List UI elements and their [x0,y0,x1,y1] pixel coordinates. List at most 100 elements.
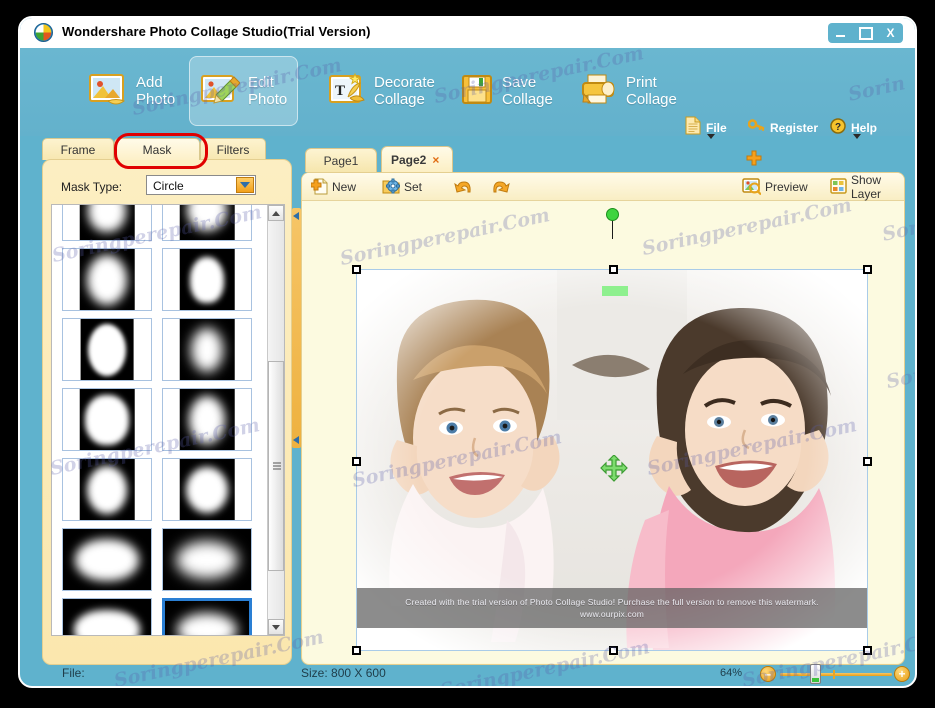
file-menu-button[interactable]: File [685,116,727,140]
mask-thumbnail[interactable] [62,598,152,635]
mask-thumbnail[interactable] [162,598,252,635]
move-cross-icon [600,454,628,483]
zoom-slider-control[interactable]: – + [760,664,910,684]
resize-handle-nw[interactable] [352,265,361,274]
mask-type-label: Mask Type: [61,180,123,194]
help-button[interactable]: ? Help [830,116,877,140]
trial-watermark-band: Created with the trial version of Photo … [357,588,867,628]
resize-handle-e[interactable] [863,457,872,466]
show-layer-button[interactable]: Show Layer [830,173,904,201]
mask-type-select[interactable]: Circle [146,175,256,195]
page-tab-page2[interactable]: Page2 × [381,146,453,172]
mask-thumbnail[interactable] [62,458,152,521]
close-page-icon[interactable]: × [432,153,439,167]
mask-thumbnail[interactable] [162,205,252,241]
mask-thumb-shape [189,395,225,444]
zoom-in-button[interactable]: + [894,666,910,682]
canvas-stage[interactable]: Created with the trial version of Photo … [303,201,903,663]
mask-thumbnail-list[interactable] [51,204,285,636]
tab-filters-label: Filters [216,142,250,157]
scrollbar-thumb[interactable] [268,361,284,571]
print-collage-icon [580,72,618,111]
register-label: Register [770,121,819,135]
left-panel-tabs: Frame Mask Filters [42,138,292,160]
scroll-up-arrow-icon[interactable] [268,205,284,221]
add-photo-label: Add Photo [136,73,176,108]
mask-thumbnail[interactable] [162,458,252,521]
decorate-collage-button[interactable]: T Decorate Collage [318,56,445,126]
resize-handle-ne[interactable] [863,265,872,274]
minimize-button[interactable] [831,24,851,42]
mask-thumbnail[interactable] [62,205,152,241]
mask-thumbnail[interactable] [62,318,152,381]
decorate-collage-icon: T [328,71,366,112]
window-title: Wondershare Photo Collage Studio(Trial V… [62,24,371,39]
mask-panel: Mask Type: Circle [42,159,292,665]
zoom-out-button[interactable]: – [760,666,776,682]
svg-text:T: T [335,83,345,99]
file-label: File [706,121,727,135]
edit-photo-button[interactable]: Edit Photo [189,56,299,126]
new-button[interactable]: New [310,177,356,198]
mask-thumbnail[interactable] [62,388,152,451]
zoom-tick-mark [833,670,835,679]
register-button[interactable]: Register [747,116,819,140]
main-ribbon: Add Photo Edit Photo T Decorate Collage … [20,48,915,139]
redo-arrow-icon [490,177,510,198]
resize-handle-w[interactable] [352,457,361,466]
mask-thumbnail[interactable] [162,318,252,381]
resize-handle-se[interactable] [863,646,872,655]
add-photo-icon [88,71,128,112]
save-collage-icon [460,72,494,111]
mask-thumb-shape [87,254,127,305]
panel-splitter[interactable] [292,208,301,448]
tab-mask-label: Mask [142,142,172,157]
canvas-area: New Set Preview Show Layer Created with … [301,172,905,665]
add-photo-button[interactable]: Add Photo [78,56,185,126]
undo-button[interactable] [454,177,474,197]
mask-position-indicator [602,286,628,296]
mask-thumbnail[interactable] [62,248,152,311]
resize-handle-n[interactable] [609,265,618,274]
undo-arrow-icon [454,177,474,198]
set-button[interactable]: Set [382,177,422,197]
mask-list-scrollbar[interactable] [267,205,284,635]
add-page-icon[interactable] [746,150,762,166]
resize-handle-sw[interactable] [352,646,361,655]
chevron-down-icon [707,134,715,139]
maximize-button[interactable] [856,24,876,42]
preview-label: Preview [765,180,808,194]
photo-selection-box[interactable]: Created with the trial version of Photo … [352,265,872,655]
mask-thumb-shape [191,327,223,372]
rotate-handle-icon[interactable] [606,208,619,221]
close-button[interactable]: X [881,24,901,42]
mask-thumb-shape [85,394,129,445]
page1-label: Page1 [323,153,359,168]
scroll-down-arrow-icon[interactable] [268,619,284,635]
show-layer-icon [830,177,847,197]
save-collage-button[interactable]: Save Collage [450,56,563,126]
mask-thumbnail[interactable] [162,388,252,451]
tab-mask[interactable]: Mask [114,138,200,160]
preview-button[interactable]: Preview [742,177,808,197]
print-collage-button[interactable]: Print Collage [570,56,687,126]
mask-thumbnail[interactable] [162,248,252,311]
zoom-track[interactable] [780,673,892,676]
mask-thumbnail[interactable] [162,528,252,591]
page-tab-page1[interactable]: Page1 [305,148,377,172]
page2-label: Page2 [391,152,427,167]
show-layer-label: Show Layer [851,173,882,201]
save-collage-label: Save Collage [502,73,553,108]
zoom-slider-thumb[interactable] [810,664,821,684]
mask-thumb-shape [87,465,127,514]
chevron-down-icon[interactable] [236,177,254,193]
file-document-icon [685,116,701,140]
mask-thumbnail[interactable] [62,528,152,591]
resize-handle-s[interactable] [609,646,618,655]
new-page-icon [310,177,328,198]
tab-frame[interactable]: Frame [42,138,114,160]
tab-frame-label: Frame [60,142,96,157]
print-collage-label: Print Collage [626,73,677,108]
redo-button[interactable] [490,177,510,197]
tab-filters[interactable]: Filters [200,138,266,160]
